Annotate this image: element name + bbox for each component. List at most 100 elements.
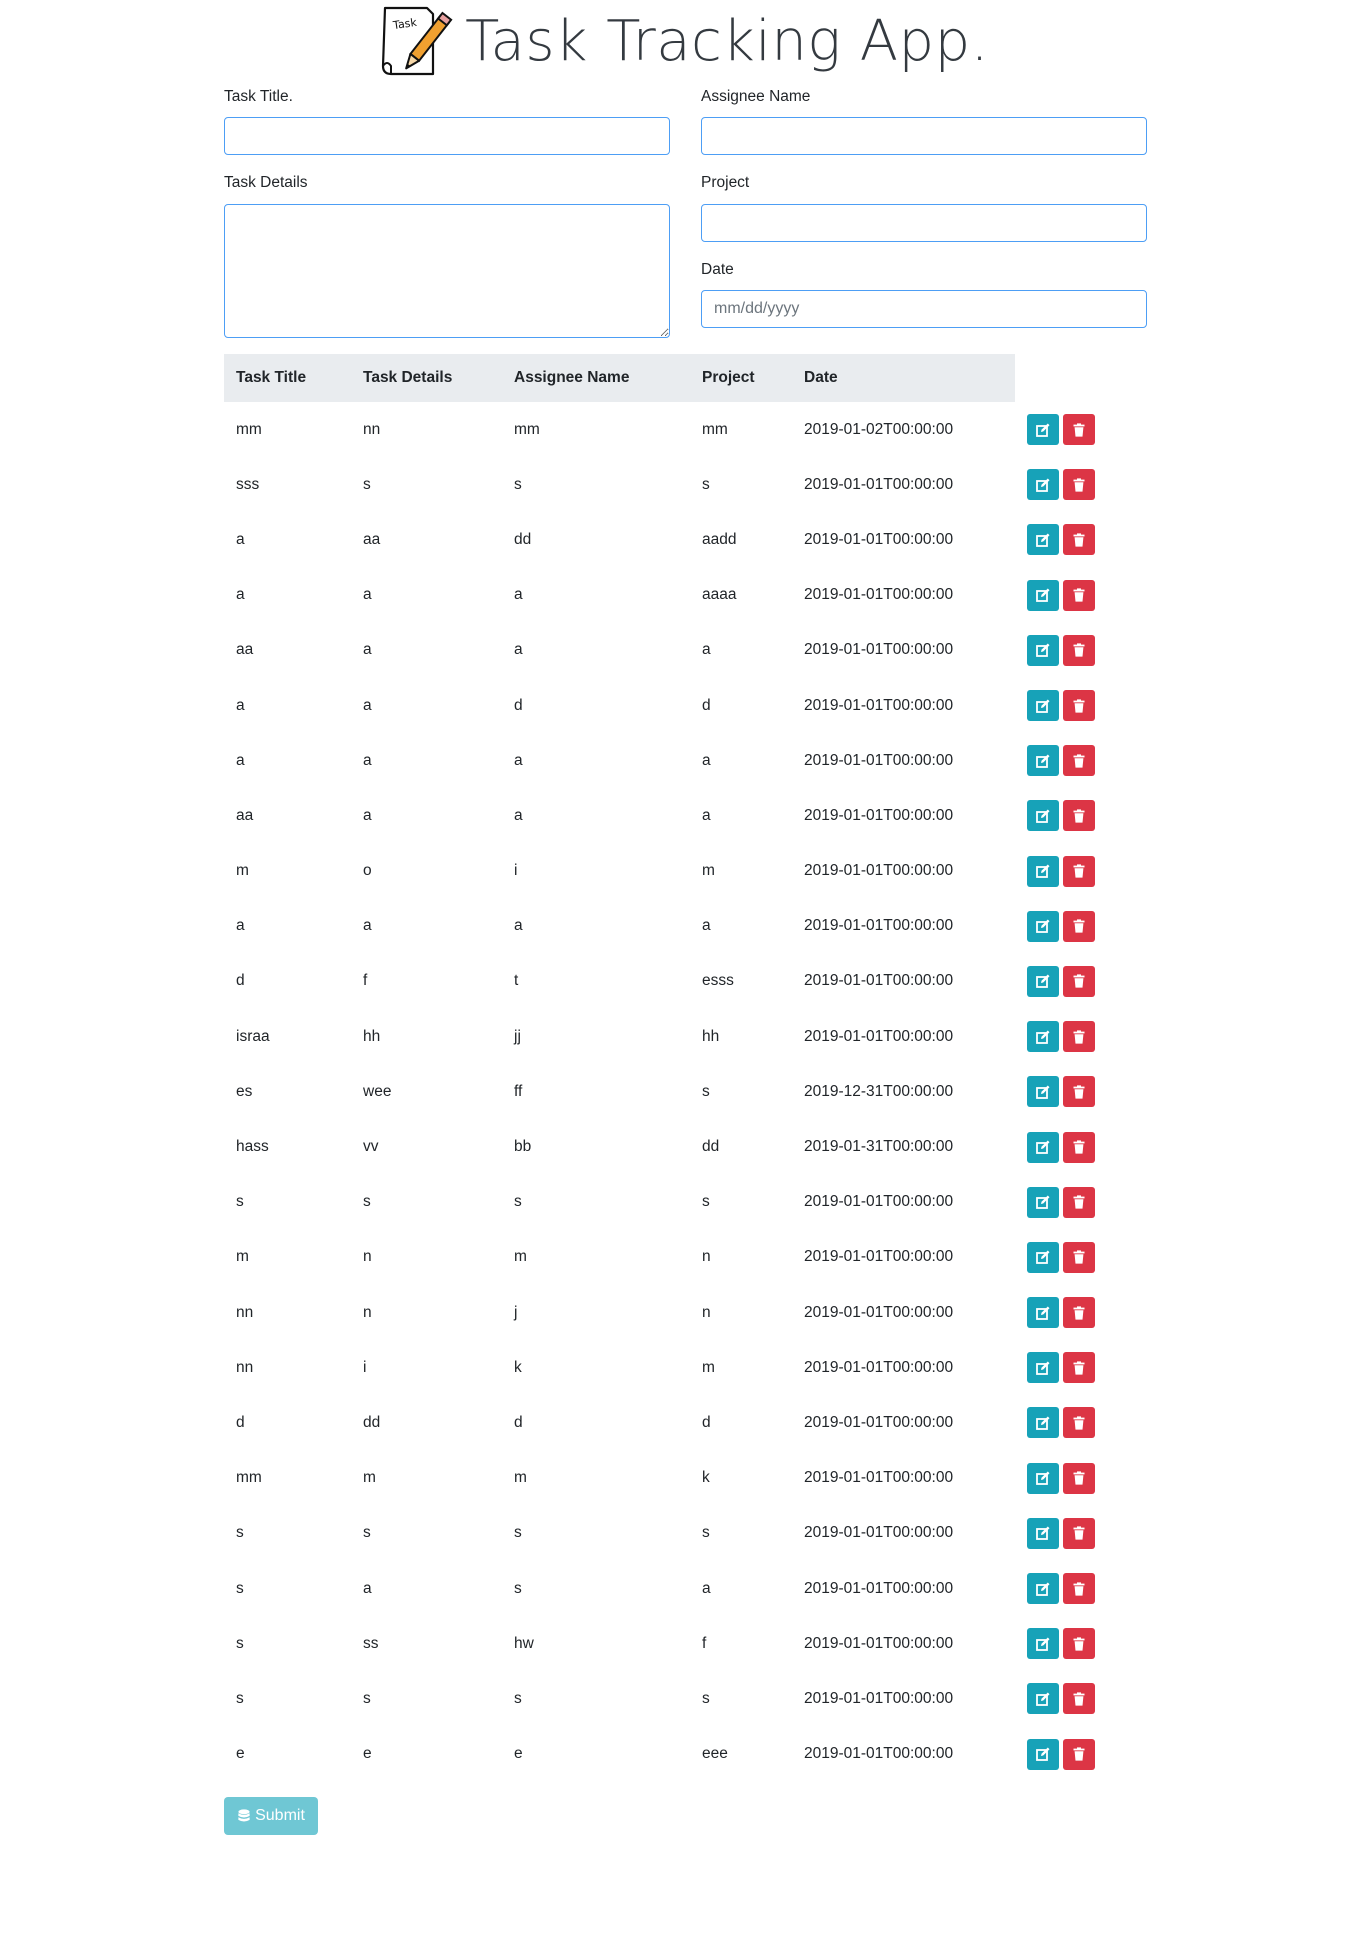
cell-task-details: nn	[363, 420, 381, 438]
delete-button[interactable]	[1063, 524, 1095, 556]
row-actions	[1015, 844, 1129, 899]
delete-button[interactable]	[1063, 634, 1095, 666]
cell-task-details: s	[363, 1193, 371, 1211]
row-actions	[1015, 1451, 1129, 1506]
table-row: s a s a 2019-01-01T00:00:00	[224, 1561, 1129, 1616]
column-header-project: Project	[690, 354, 792, 402]
delete-button[interactable]	[1063, 1131, 1095, 1163]
cell-date: 2019-01-01T00:00:00	[804, 1469, 954, 1487]
edit-icon	[1036, 919, 1050, 934]
cell-task-details: ss	[363, 1634, 379, 1652]
edit-button[interactable]	[1027, 800, 1059, 832]
delete-button[interactable]	[1063, 1407, 1095, 1439]
delete-button[interactable]	[1063, 1297, 1095, 1329]
edit-button[interactable]	[1027, 1738, 1059, 1770]
row-actions	[1015, 512, 1129, 567]
edit-button[interactable]	[1027, 1076, 1059, 1108]
cell-task-title: m	[236, 862, 249, 880]
edit-button[interactable]	[1027, 1407, 1059, 1439]
delete-button[interactable]	[1063, 910, 1095, 942]
row-actions	[1015, 1727, 1129, 1782]
cell-task-title: sss	[236, 475, 260, 493]
edit-button[interactable]	[1027, 1186, 1059, 1218]
trash-icon	[1073, 1526, 1085, 1540]
edit-button[interactable]	[1027, 1573, 1059, 1605]
cell-assignee-name: a	[514, 586, 523, 604]
delete-button[interactable]	[1063, 1186, 1095, 1218]
date-input[interactable]	[701, 290, 1147, 328]
project-input[interactable]	[701, 204, 1147, 242]
cell-assignee-name: m	[514, 1469, 527, 1487]
cell-task-details: s	[363, 1689, 371, 1707]
table-row: es wee ff s 2019-12-31T00:00:00	[224, 1064, 1129, 1119]
delete-button[interactable]	[1063, 1628, 1095, 1660]
edit-button[interactable]	[1027, 1683, 1059, 1715]
edit-button[interactable]	[1027, 579, 1059, 611]
cell-task-details: s	[363, 475, 371, 493]
cell-assignee-name: m	[514, 1248, 527, 1266]
cell-task-details: a	[363, 806, 372, 824]
table-row: e e e eee 2019-01-01T00:00:00	[224, 1727, 1129, 1782]
delete-button[interactable]	[1063, 414, 1095, 446]
delete-button[interactable]	[1063, 1738, 1095, 1770]
cell-task-details: o	[363, 862, 372, 880]
edit-button[interactable]	[1027, 469, 1059, 501]
cell-assignee-name: d	[514, 1413, 523, 1431]
delete-button[interactable]	[1063, 690, 1095, 722]
delete-button[interactable]	[1063, 1462, 1095, 1494]
delete-button[interactable]	[1063, 745, 1095, 777]
cell-date: 2019-01-02T00:00:00	[804, 420, 954, 438]
trash-icon	[1073, 1581, 1085, 1596]
delete-button[interactable]	[1063, 1352, 1095, 1384]
delete-button[interactable]	[1063, 800, 1095, 832]
edit-button[interactable]	[1027, 1352, 1059, 1384]
trash-icon	[1073, 864, 1085, 878]
edit-button[interactable]	[1027, 1628, 1059, 1660]
table-row: s ss hw f 2019-01-01T00:00:00	[224, 1616, 1129, 1671]
edit-button[interactable]	[1027, 1131, 1059, 1163]
delete-button[interactable]	[1063, 1076, 1095, 1108]
task-title-input[interactable]	[224, 117, 670, 155]
cell-assignee-name: d	[514, 696, 523, 714]
edit-button[interactable]	[1027, 855, 1059, 887]
edit-icon	[1036, 1085, 1050, 1099]
delete-button[interactable]	[1063, 1021, 1095, 1053]
trash-icon	[1073, 809, 1085, 823]
cell-task-details: a	[363, 696, 372, 714]
edit-button[interactable]	[1027, 414, 1059, 446]
edit-button[interactable]	[1027, 1517, 1059, 1549]
delete-button[interactable]	[1063, 965, 1095, 997]
delete-button[interactable]	[1063, 855, 1095, 887]
cell-date: 2019-01-01T00:00:00	[804, 806, 954, 824]
delete-button[interactable]	[1063, 1241, 1095, 1273]
edit-button[interactable]	[1027, 1021, 1059, 1053]
edit-button[interactable]	[1027, 1462, 1059, 1494]
delete-button[interactable]	[1063, 1683, 1095, 1715]
assignee-name-input[interactable]	[701, 117, 1147, 155]
delete-button[interactable]	[1063, 579, 1095, 611]
edit-button[interactable]	[1027, 524, 1059, 556]
edit-button[interactable]	[1027, 965, 1059, 997]
cell-project: aaaa	[702, 586, 737, 604]
edit-button[interactable]	[1027, 634, 1059, 666]
submit-button[interactable]: Submit	[224, 1797, 318, 1835]
edit-button[interactable]	[1027, 1297, 1059, 1329]
row-actions	[1015, 954, 1129, 1009]
table-row: d dd d d 2019-01-01T00:00:00	[224, 1395, 1129, 1450]
row-actions	[1015, 1395, 1129, 1450]
edit-button[interactable]	[1027, 1241, 1059, 1273]
task-details-textarea[interactable]	[224, 204, 670, 338]
table-row: sss s s s 2019-01-01T00:00:00	[224, 457, 1129, 512]
edit-button[interactable]	[1027, 690, 1059, 722]
delete-button[interactable]	[1063, 1573, 1095, 1605]
cell-project: mm	[702, 420, 728, 438]
delete-button[interactable]	[1063, 1517, 1095, 1549]
trash-icon	[1073, 1085, 1085, 1099]
edit-button[interactable]	[1027, 910, 1059, 942]
trash-icon	[1073, 478, 1085, 492]
edit-button[interactable]	[1027, 745, 1059, 777]
table-row: aa a a a 2019-01-01T00:00:00	[224, 623, 1129, 678]
cell-date: 2019-01-01T00:00:00	[804, 1524, 954, 1542]
cell-assignee-name: k	[514, 1358, 522, 1376]
delete-button[interactable]	[1063, 469, 1095, 501]
